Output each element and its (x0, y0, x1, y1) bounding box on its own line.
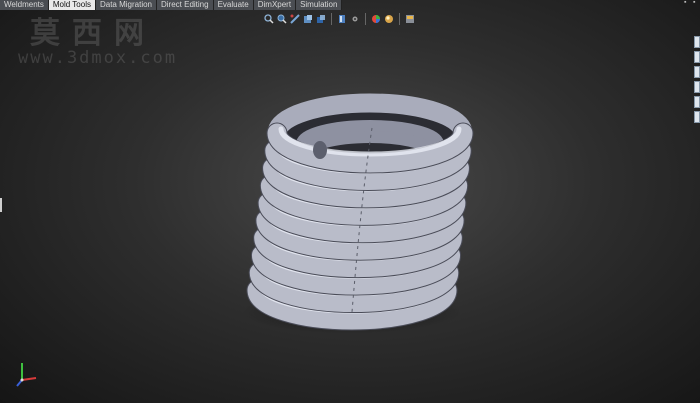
watermark-chinese: 莫西网 (30, 16, 156, 51)
tab-data-migration[interactable]: Data Migration (95, 0, 157, 10)
task-pane-resources-tab[interactable] (694, 36, 700, 48)
close-icon[interactable]: ▪ (693, 0, 698, 6)
previous-view-icon[interactable] (290, 13, 300, 25)
tab-evaluate[interactable]: Evaluate (213, 0, 254, 10)
coil-wire-end (313, 141, 327, 159)
command-manager-tabs: Weldments Mold Tools Data Migration Dire… (0, 0, 343, 10)
restore-icon[interactable]: ▪ (684, 0, 689, 6)
zoom-to-area-icon[interactable] (277, 13, 287, 25)
display-style-icon[interactable] (337, 13, 347, 25)
feature-manager-collapse-handle[interactable] (0, 198, 2, 212)
tab-direct-editing[interactable]: Direct Editing (157, 0, 214, 10)
window-controls: ▪ ▪ (684, 0, 698, 6)
edit-appearance-icon[interactable] (371, 13, 381, 25)
tab-simulation[interactable]: Simulation (296, 0, 343, 10)
task-pane-custom-properties-tab[interactable] (694, 111, 700, 123)
tab-mold-tools[interactable]: Mold Tools (48, 0, 96, 10)
task-pane-tabs (694, 36, 700, 126)
watermark-url: www.3dmox.com (18, 48, 178, 68)
task-pane-appearances-tab[interactable] (694, 96, 700, 108)
task-pane-view-palette-tab[interactable] (694, 81, 700, 93)
reference-triad (16, 363, 37, 387)
task-pane-design-library-tab[interactable] (694, 51, 700, 63)
task-pane-file-explorer-tab[interactable] (694, 66, 700, 78)
apply-scene-icon[interactable] (384, 13, 394, 25)
section-view-icon[interactable] (303, 13, 313, 25)
toolbar-separator (399, 13, 400, 25)
tab-dimxpert[interactable]: DimXpert (253, 0, 297, 10)
heads-up-view-toolbar (264, 11, 415, 27)
view-orientation-icon[interactable] (316, 13, 326, 25)
toolbar-separator (331, 13, 332, 25)
toolbar-separator (365, 13, 366, 25)
view-settings-icon[interactable] (405, 13, 415, 25)
zoom-to-fit-icon[interactable] (264, 13, 274, 25)
tab-weldments[interactable]: Weldments (0, 0, 49, 10)
coil-model[interactable] (246, 93, 474, 331)
hide-show-items-icon[interactable] (350, 13, 360, 25)
